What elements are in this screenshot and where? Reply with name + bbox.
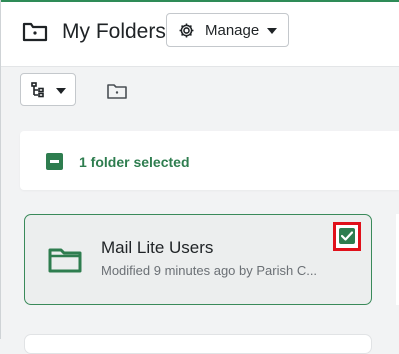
folder-tree-view-button[interactable] [20,73,76,106]
top-accent-line [0,0,399,2]
checkmark-icon [341,231,353,241]
folder-tree-icon [31,82,44,98]
folder-name[interactable]: Mail Lite Users [101,237,213,258]
folder-plus-icon[interactable] [106,81,128,101]
gear-icon [179,23,194,38]
deselect-all-checkbox[interactable] [46,153,63,170]
minus-icon [50,160,59,163]
selection-count: 1 folder selected [79,154,190,170]
chevron-down-icon [56,88,66,94]
manage-button[interactable]: Manage [166,13,289,47]
selection-bar [20,131,399,190]
folder-modified-info: Modified 9 minutes ago by Parish C... [101,263,318,278]
folder-icon [48,248,82,273]
folder-icon [22,22,48,42]
folder-select-checkbox[interactable] [339,228,355,244]
page-title: My Folders [62,20,166,43]
manage-button-label: Manage [205,22,260,39]
chevron-down-icon [267,28,277,34]
left-border [0,0,1,339]
folder-card[interactable] [24,334,372,354]
